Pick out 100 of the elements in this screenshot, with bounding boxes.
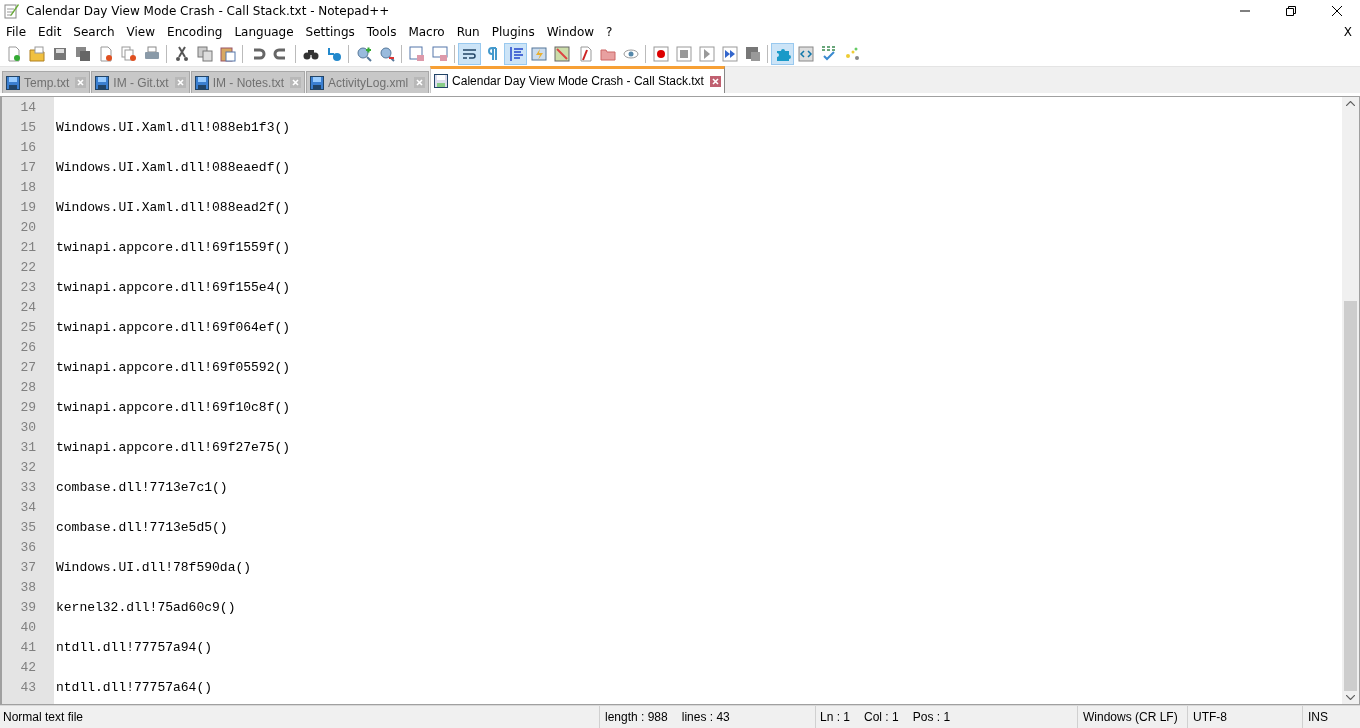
menu-item[interactable]: View — [126, 25, 156, 39]
line-number: 17 — [19, 159, 36, 175]
menu-item[interactable]: Macro — [408, 25, 445, 39]
notepad-icon — [4, 3, 20, 19]
close-icon[interactable] — [414, 77, 426, 88]
line-number: 29 — [19, 399, 36, 415]
column-position: Col : 1 — [864, 710, 899, 724]
length-count: length : 988 — [605, 710, 668, 724]
menu-item[interactable]: Search — [73, 25, 115, 39]
line-number: 43 — [19, 679, 36, 695]
code-line: twinapi.appcore.dll!69f1559f() — [56, 239, 291, 255]
menu-item[interactable]: Language — [234, 25, 294, 39]
scissors-icon — [173, 46, 190, 62]
line-number: 32 — [19, 459, 36, 475]
line-number: 24 — [19, 299, 36, 315]
line-number: 28 — [19, 379, 36, 395]
line-number: 23 — [19, 279, 36, 295]
menu-item[interactable]: Tools — [366, 25, 397, 39]
code-line: twinapi.appcore.dll!69f10c8f() — [56, 399, 291, 415]
line-number: 36 — [19, 539, 36, 555]
menu-item[interactable]: Run — [456, 25, 480, 39]
printer-icon — [143, 46, 160, 62]
clipboard-icon — [219, 46, 236, 62]
folder-icon — [599, 46, 616, 62]
menu-item[interactable]: File — [6, 25, 27, 39]
word-wrap-icon — [461, 46, 478, 62]
line-number: 21 — [19, 239, 36, 255]
xml-icon — [797, 46, 814, 62]
menu-item[interactable]: Window — [546, 25, 595, 39]
file-tab[interactable]: Calendar Day View Mode Crash - Call Stack.txt — [430, 66, 725, 93]
code-line: combase.dll!7713e7c1() — [56, 479, 228, 495]
lightning-icon — [530, 46, 547, 62]
menu-item[interactable]: Edit — [38, 25, 62, 39]
line-number: 40 — [19, 619, 36, 635]
code-line: ntdll.dll!77757a94() — [56, 639, 213, 655]
line-number: 39 — [19, 599, 36, 615]
menu-item[interactable]: Encoding — [167, 25, 223, 39]
puzzle-button[interactable] — [771, 43, 794, 65]
save-icon — [6, 75, 20, 90]
scroll-down-icon[interactable] — [1346, 695, 1355, 700]
copy-icon — [196, 46, 213, 62]
line-number: 35 — [19, 519, 36, 535]
line-number: 25 — [19, 319, 36, 335]
word-wrap-button[interactable] — [458, 43, 481, 65]
save-macro-icon — [744, 46, 761, 62]
line-number: 26 — [19, 339, 36, 355]
dots-icon — [843, 46, 860, 62]
menu-item[interactable]: Settings — [305, 25, 355, 39]
code-line: Windows.UI.dll!78f590da() — [56, 559, 252, 575]
encoding: UTF-8 — [1188, 706, 1303, 728]
line-number: 16 — [19, 139, 36, 155]
code-line: ntdll.dll!77757a64() — [56, 679, 213, 695]
line-number: 27 — [19, 359, 36, 375]
line-position: Ln : 1 — [820, 710, 851, 724]
menu-item[interactable]: Plugins — [491, 25, 535, 39]
code-line: twinapi.appcore.dll!69f27e75() — [56, 439, 291, 455]
menu-item[interactable]: ? — [606, 25, 613, 39]
code-line: Windows.UI.Xaml.dll!088ead2f() — [56, 199, 291, 215]
close-file-icon — [97, 46, 114, 62]
eye-icon — [622, 46, 639, 62]
save-icon — [310, 75, 325, 90]
save-icon — [51, 46, 68, 62]
code-line: Windows.UI.Xaml.dll!088eaedf() — [56, 159, 291, 175]
spell-check-icon — [820, 46, 837, 62]
scroll-up-icon[interactable] — [1346, 101, 1355, 106]
fast-forward-icon — [721, 46, 738, 62]
line-number: 30 — [19, 419, 36, 435]
file-type: Normal text file — [0, 706, 600, 728]
code-line: combase.dll!7713e5d5() — [56, 519, 228, 535]
line-ending: Windows (CR LF) — [1078, 706, 1188, 728]
code-line: kernel32.dll!75ad60c9() — [56, 599, 236, 615]
close-all-icon — [120, 46, 137, 62]
code-line: twinapi.appcore.dll!69f155e4() — [56, 279, 291, 295]
close-icon[interactable] — [709, 75, 721, 87]
code-line: twinapi.appcore.dll!69f05592() — [56, 359, 291, 375]
line-number: 22 — [19, 259, 36, 275]
puzzle-icon — [774, 46, 791, 62]
insert-mode: INS — [1307, 709, 1329, 726]
close-icon[interactable] — [290, 77, 302, 88]
indent-guide-button[interactable] — [504, 43, 527, 65]
scrollbar[interactable] — [1342, 97, 1359, 704]
code-line: Windows.UI.Xaml.dll!088eb1f3() — [56, 119, 291, 135]
char-position: Pos : 1 — [912, 710, 951, 724]
save-icon — [434, 74, 449, 88]
close-document-button[interactable]: X — [1343, 25, 1352, 39]
save-all-icon — [74, 46, 91, 62]
line-number: 38 — [19, 579, 36, 595]
record-icon — [652, 46, 669, 62]
line-number: 33 — [19, 479, 36, 495]
zoom-out-icon — [378, 46, 395, 62]
line-number: 42 — [19, 659, 36, 675]
line-number: 34 — [19, 499, 36, 515]
stop-icon — [675, 46, 692, 62]
line-number: 15 — [19, 119, 36, 135]
close-icon[interactable] — [75, 77, 87, 88]
close-icon — [1332, 6, 1342, 16]
line-number: 18 — [19, 179, 36, 195]
window-title: Calendar Day View Mode Crash - Call Stack.txt - Notepad++ — [26, 4, 390, 18]
line-number: 14 — [19, 99, 36, 115]
close-icon[interactable] — [174, 77, 186, 88]
